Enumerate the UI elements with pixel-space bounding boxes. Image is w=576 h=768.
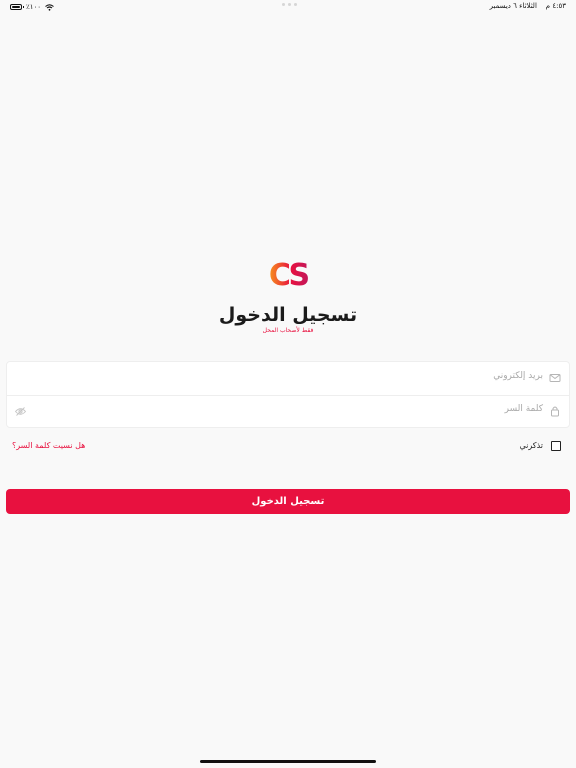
forgot-password-link[interactable]: هل نسيت كلمة السر؟ xyxy=(12,441,85,450)
wifi-icon xyxy=(45,3,54,11)
password-field[interactable]: كلمة السر xyxy=(7,395,569,428)
remember-checkbox[interactable] xyxy=(551,441,561,451)
battery-percent: ٪١٠٠ xyxy=(26,3,42,11)
eye-off-icon[interactable] xyxy=(15,407,26,416)
status-datetime: ٤:٥٣ م الثلاثاء ٦ ديسمبر xyxy=(490,2,566,10)
login-form: بريد إلكتروني كلمة السر xyxy=(6,361,570,428)
status-time: ٤:٥٣ م xyxy=(545,2,566,10)
mail-icon xyxy=(549,374,561,382)
login-button[interactable]: تسجيل الدخول xyxy=(6,489,570,514)
email-input[interactable]: بريد إلكتروني xyxy=(493,371,543,381)
remember-row: تذكرني هل نسيت كلمة السر؟ xyxy=(0,440,576,454)
remember-label[interactable]: تذكرني xyxy=(519,441,543,450)
password-input[interactable]: كلمة السر xyxy=(505,404,543,414)
page-title: تسجيل الدخول xyxy=(218,304,358,326)
brand-logo-text: CS xyxy=(269,258,309,291)
multitasking-dots-icon[interactable] xyxy=(282,3,297,6)
email-field[interactable]: بريد إلكتروني xyxy=(7,362,569,396)
lock-icon xyxy=(551,406,559,417)
brand-logo: CS xyxy=(269,258,309,291)
page-subtitle: فقط لأصحاب المحل xyxy=(262,327,314,334)
status-bar: ٪١٠٠ ٤:٥٣ م الثلاثاء ٦ ديسمبر xyxy=(0,0,576,14)
home-indicator[interactable] xyxy=(200,760,376,763)
status-left: ٪١٠٠ xyxy=(10,3,54,11)
status-date: الثلاثاء ٦ ديسمبر xyxy=(489,2,537,10)
battery-icon xyxy=(10,4,24,10)
